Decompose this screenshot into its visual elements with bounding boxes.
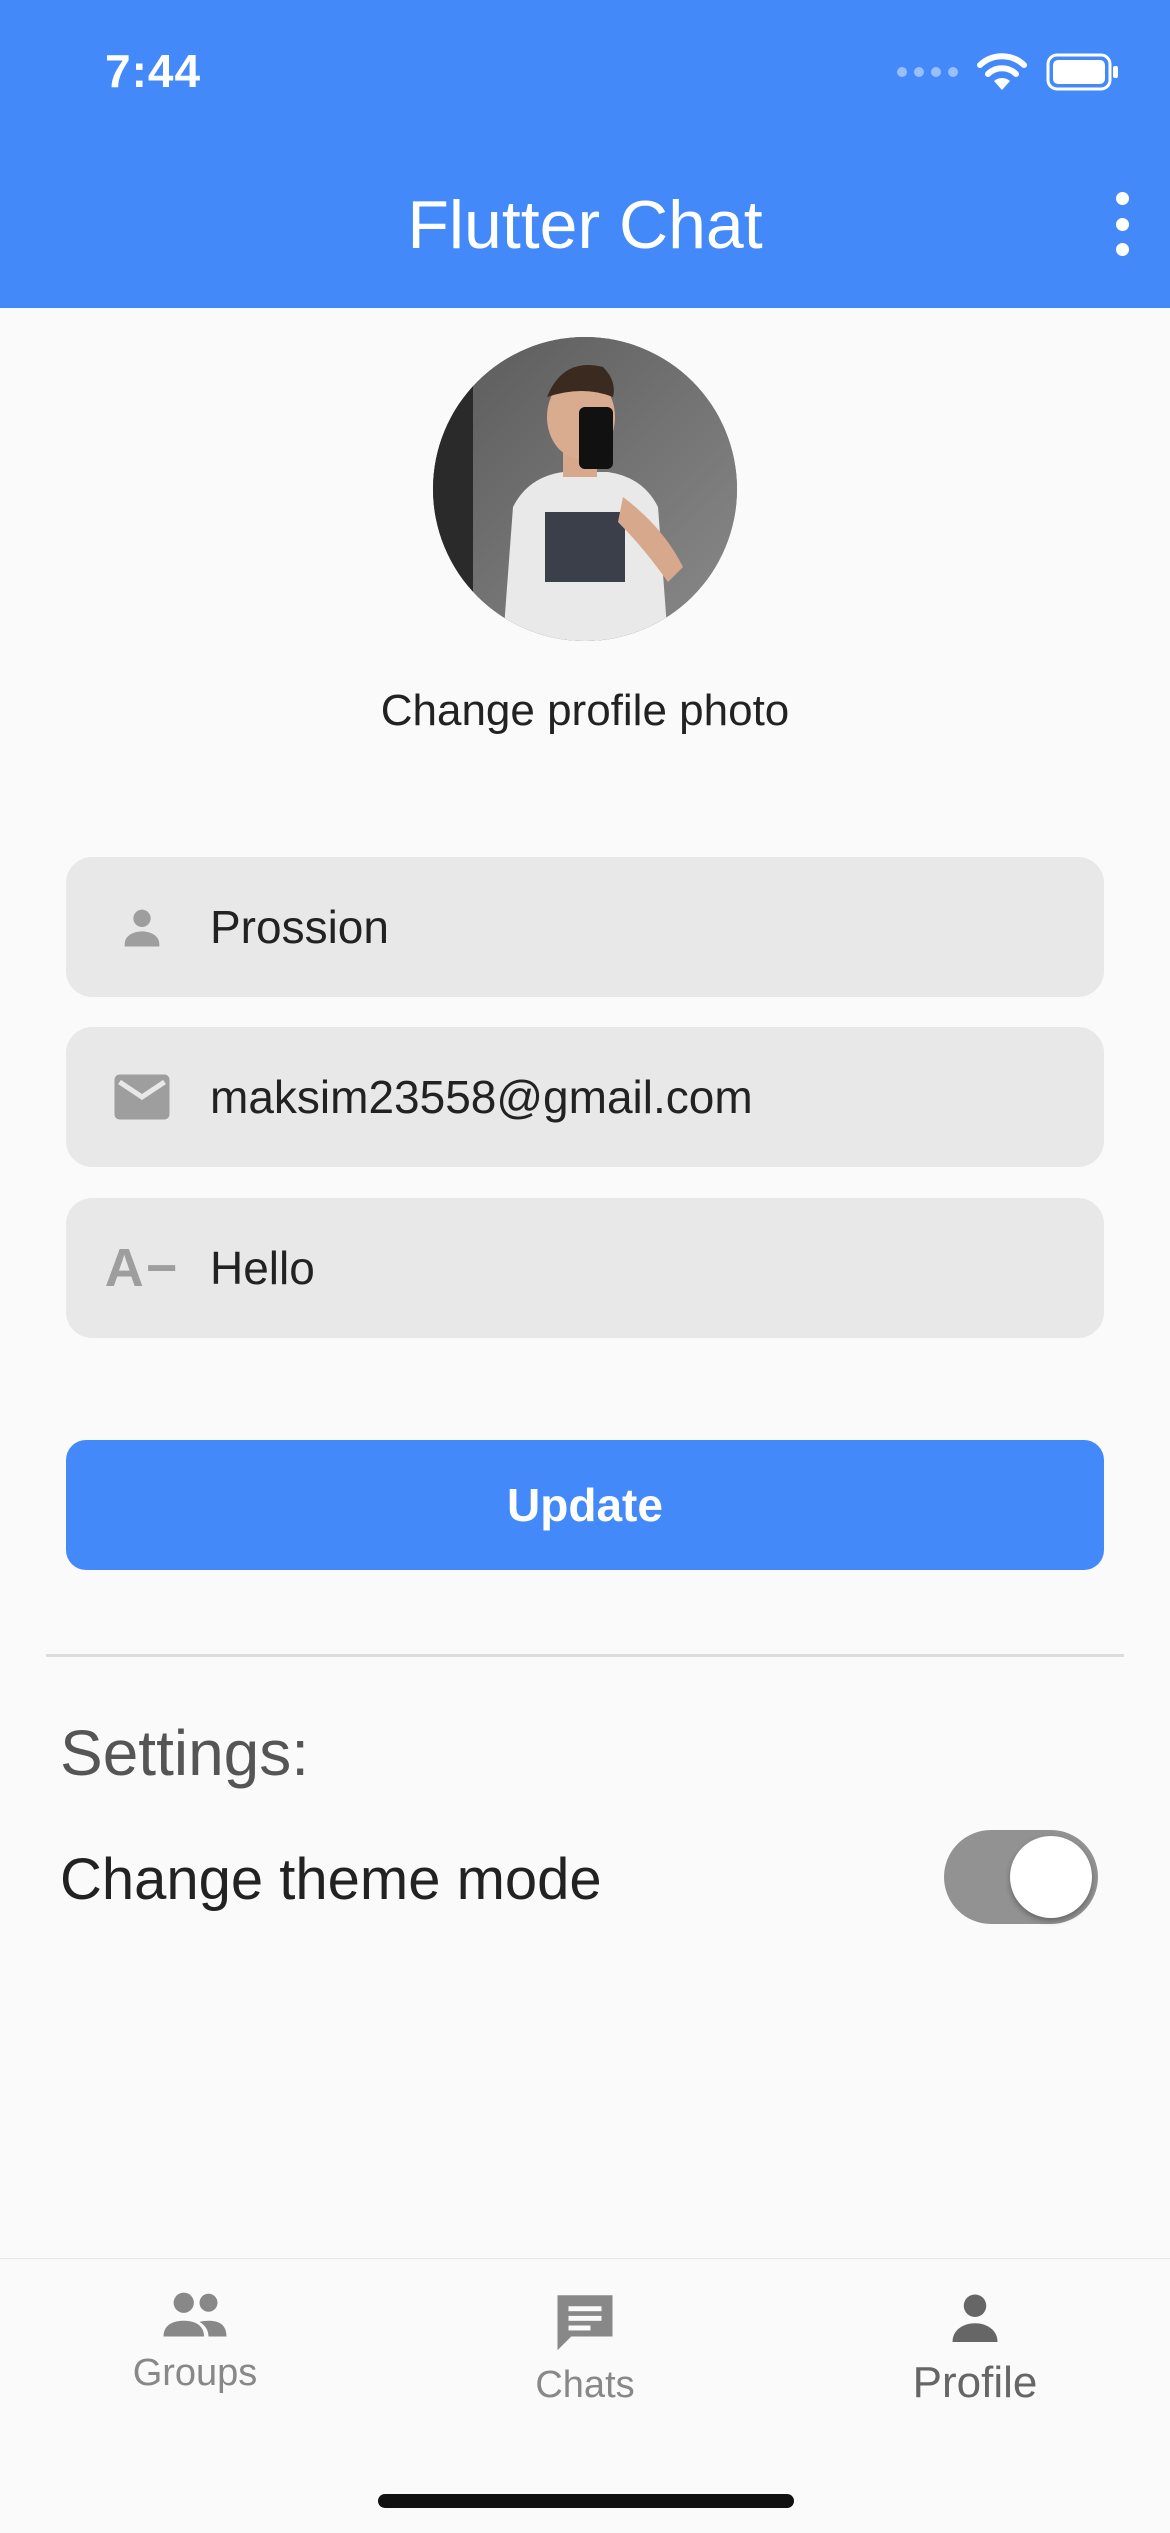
- nav-label-profile: Profile: [912, 2358, 1038, 2407]
- nav-item-profile[interactable]: Profile: [825, 2287, 1125, 2408]
- mail-icon: [106, 1072, 178, 1122]
- wifi-icon: [976, 52, 1028, 92]
- person-icon: [945, 2287, 1005, 2352]
- battery-icon: [1046, 53, 1120, 91]
- divider: [46, 1654, 1124, 1657]
- theme-mode-toggle[interactable]: [944, 1830, 1098, 1924]
- name-field[interactable]: Prossion: [66, 857, 1104, 997]
- email-field[interactable]: maksim23558@gmail.com: [66, 1027, 1104, 1167]
- email-value: maksim23558@gmail.com: [210, 1071, 753, 1123]
- signal-icon: [897, 67, 958, 77]
- change-profile-photo-button[interactable]: Change profile photo: [0, 686, 1170, 736]
- theme-mode-label: Change theme mode: [60, 1847, 602, 1912]
- avatar[interactable]: [433, 337, 737, 641]
- name-value: Prossion: [210, 901, 389, 953]
- chat-icon: [552, 2287, 618, 2358]
- status-icons: [897, 52, 1120, 92]
- app-bar: 7:44 Flutter Chat: [0, 0, 1170, 308]
- nav-item-chats[interactable]: Chats: [435, 2287, 735, 2407]
- nav-label-chats: Chats: [535, 2364, 635, 2406]
- status-field[interactable]: A− Hello: [66, 1198, 1104, 1338]
- person-icon: [106, 901, 178, 953]
- toggle-knob: [1010, 1836, 1092, 1918]
- status-time: 7:44: [105, 45, 202, 97]
- status-value: Hello: [210, 1242, 315, 1294]
- more-vert-icon[interactable]: [1102, 192, 1142, 256]
- nav-item-groups[interactable]: Groups: [45, 2287, 345, 2395]
- update-button[interactable]: Update: [66, 1440, 1104, 1570]
- bottom-nav: Groups Chats Profile: [0, 2258, 1170, 2533]
- app-title: Flutter Chat: [407, 187, 763, 263]
- nav-label-groups: Groups: [132, 2352, 258, 2394]
- settings-title: Settings:: [60, 1717, 310, 1789]
- groups-icon: [159, 2287, 231, 2346]
- text-decrease-icon: A−: [104, 1238, 180, 1298]
- home-indicator: [378, 2494, 794, 2508]
